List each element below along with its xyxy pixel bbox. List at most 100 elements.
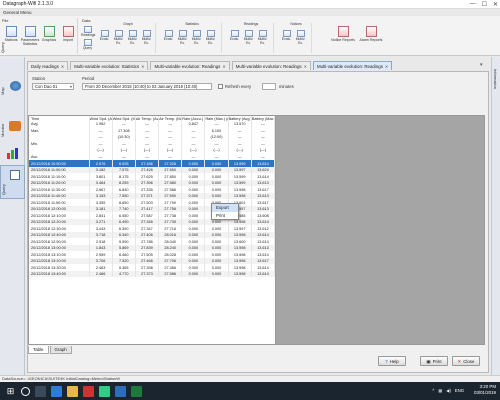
column-header[interactable]: Battery (Avg.) (V) Full Time	[228, 116, 252, 122]
close-button[interactable]: ✕ Close	[452, 356, 480, 366]
import-button[interactable]: Import	[58, 26, 78, 48]
column-header[interactable]: Rain (Max.) (mm) Full Time	[204, 116, 229, 122]
column-header[interactable]: Air Temp. (Avg.) (°C) Full Time	[135, 116, 160, 122]
table-cell[interactable]: 0.000	[204, 270, 229, 278]
search-icon[interactable]	[21, 386, 30, 396]
tab-table[interactable]: Table	[28, 346, 49, 354]
statistics-multivariable-button[interactable]: Multiv. Ev.	[176, 30, 189, 45]
file-explorer-icon[interactable]	[67, 385, 78, 397]
column-header[interactable]: Battery (Max.) (V) Full Time	[251, 116, 275, 122]
general-menu-label[interactable]: General Menu	[3, 10, 32, 15]
statistics-evolution-button[interactable]: Evolu.	[162, 30, 175, 42]
chart-icon	[142, 30, 151, 37]
table-row[interactable]: 20/12/2018 13:00:00 1.843 5.869 27.839 28.24…	[29, 244, 275, 252]
import-icon	[62, 26, 74, 37]
tab-multivariable-statistics[interactable]: Multi-variable evolution: Statistics ✕	[70, 61, 149, 71]
table-row[interactable]: 20/12/2018 13:40:00 2.466 4.770 27.373 27.58…	[29, 270, 275, 278]
refresh-minutes-input[interactable]	[262, 83, 276, 90]
app-icon[interactable]	[83, 385, 94, 397]
network-icon[interactable]: ▦	[438, 388, 442, 393]
table-row[interactable]: 20/12/2018 12:30:00 3.443 6.390 27.347 27.71…	[29, 225, 275, 232]
readings-button[interactable]: Readings	[81, 26, 95, 38]
table-cell[interactable]: 2.466	[89, 270, 113, 278]
language-indicator[interactable]: ENG	[455, 388, 464, 393]
station-select[interactable]: Con Dao 01 ▾	[32, 83, 74, 90]
minimize-button[interactable]: —	[470, 1, 476, 8]
app-icon[interactable]	[99, 385, 110, 397]
print-button[interactable]: ▣ Print	[420, 356, 448, 366]
column-header[interactable]: Air Temp. (Max.) (°C) Full Time	[158, 116, 183, 122]
excel-icon[interactable]	[131, 385, 142, 397]
close-window-button[interactable]: ✕	[493, 1, 498, 8]
parameters-statistics-button[interactable]: Parameters Statistics	[20, 26, 40, 48]
table-row[interactable]: 20/12/2018 12:40:00 3.718 6.340 27.406 28.01…	[29, 231, 275, 239]
refresh-checkbox[interactable]	[218, 84, 223, 89]
table-cell[interactable]: 27.586	[158, 270, 183, 278]
help-button[interactable]: ? Help	[378, 356, 406, 366]
bar-chart-icon[interactable]	[6, 147, 21, 159]
graphics-button[interactable]: Graphics	[39, 26, 59, 48]
chevron-up-icon[interactable]: ^	[432, 388, 434, 393]
graph-multivariable-2-button[interactable]: Multiv. Ev.	[126, 30, 139, 45]
graph-multivariable-3-button[interactable]: Multiv. Ev.	[140, 30, 153, 45]
tab-multivariable-readings-2[interactable]: Multi-variable evolution: Readings ✕	[231, 61, 311, 71]
table-cell[interactable]: 13.598	[228, 270, 252, 278]
table-row[interactable]: 20/12/2018 12:50:00 2.518 5.590 27.786 28.04…	[29, 238, 275, 245]
notices-evolution-button[interactable]: Evolu.	[280, 30, 293, 42]
tab-daily-readings[interactable]: Daily readings ✕	[27, 61, 69, 71]
print-menu-item[interactable]: Print	[212, 212, 238, 220]
statistics-multivariable-2-button[interactable]: Multiv. Ev.	[190, 30, 203, 45]
query-side-tab[interactable]: Query	[0, 27, 8, 53]
clock[interactable]: 3:20 PM 03/01/2019	[474, 384, 496, 396]
readings-evolution-button[interactable]: Evolu.	[228, 30, 241, 42]
query-side-tab-active[interactable]: Query	[0, 165, 25, 199]
query-button[interactable]: Query	[81, 39, 94, 51]
map-globe-icon[interactable]	[10, 81, 21, 91]
notice-reports-button[interactable]: Notice Reports	[330, 26, 356, 48]
chart-icon	[178, 30, 187, 37]
notices-multivariable-button[interactable]: Multiv. Ev.	[294, 30, 307, 45]
edge-browser-icon[interactable]	[51, 385, 62, 397]
readings-multivariable-2-button[interactable]: Multiv. Ev.	[256, 30, 269, 45]
close-tab-icon[interactable]: ✕	[61, 62, 64, 71]
export-menu-item[interactable]: Export	[212, 204, 238, 212]
alarm-reports-button[interactable]: Alarm Reports	[358, 26, 384, 48]
readings-table[interactable]: Time Wind Spd. (Avg.) (m/s) Full Time Wi…	[28, 115, 276, 345]
close-tab-icon[interactable]: ✕	[141, 62, 144, 71]
monitor-side-tab[interactable]: Monitor	[0, 117, 8, 137]
table-cell[interactable]: 4.770	[112, 270, 136, 278]
table-row[interactable]: 20/12/2018 13:30:00 2.463 5.365 27.398 27.46…	[29, 264, 275, 271]
readings-icon	[83, 26, 92, 33]
statistics-multivariable-3-button[interactable]: Multiv. Ev.	[204, 30, 217, 45]
refresh-label: Refresh every	[225, 84, 252, 89]
tabs-dropdown-icon[interactable]: ▾	[480, 62, 483, 68]
graph-evolution-button[interactable]: Evolu.	[98, 30, 111, 42]
tab-graph[interactable]: Graph	[49, 346, 72, 354]
information-side-tab[interactable]: Information	[493, 69, 498, 89]
table-cell[interactable]: 27.373	[135, 270, 160, 278]
map-side-tab[interactable]: Map	[0, 81, 8, 95]
tab-multivariable-readings-3[interactable]: Multi-variable evolution: Readings ✕	[313, 61, 393, 71]
monitor-icon[interactable]	[9, 121, 21, 131]
period-field[interactable]: From 20 December 2018 (10:40) to 03 Janu…	[82, 83, 212, 90]
close-tab-icon[interactable]: ✕	[385, 62, 388, 71]
close-tab-icon[interactable]: ✕	[304, 62, 307, 71]
windows-start-icon[interactable]: ⊞	[5, 386, 16, 397]
close-tab-icon[interactable]: ✕	[222, 62, 225, 71]
volume-icon[interactable]: ◀)	[446, 388, 451, 393]
column-header[interactable]: Wind Spd. (Avg.) (m/s) Full Time	[89, 116, 113, 122]
readings-multivariable-button[interactable]: Multiv. Ev.	[242, 30, 255, 45]
column-header[interactable]: Wind Spd. (Max.) (m/s) Full Time	[112, 116, 136, 122]
graph-multivariable-button[interactable]: Multiv. Ev.	[112, 30, 125, 45]
datagraph-app-icon[interactable]	[115, 385, 126, 397]
tab-multivariable-readings-1[interactable]: Multi-variable evolution: Readings ✕	[150, 61, 230, 71]
table-row[interactable]: 20/12/2018 13:10:00 2.959 6.460 27.505 28.02…	[29, 251, 275, 258]
column-header[interactable]: Rain (Accu.) (mm) Full Time	[181, 116, 206, 122]
table-row[interactable]: 20/12/2018 13:20:00 3.706 7.320 27.466 27.70…	[29, 257, 275, 265]
maximize-button[interactable]: ☐	[482, 1, 487, 8]
table-cell[interactable]: 13.614	[251, 270, 275, 278]
table-cell[interactable]: 0.000	[181, 270, 206, 278]
table-row[interactable]: 20/12/2018 10:50:00 2.576 6.925 27.186 27.32…	[29, 160, 275, 167]
row-timestamp[interactable]: 20/12/2018 13:40:00	[29, 270, 90, 278]
task-view-icon[interactable]	[35, 385, 46, 397]
